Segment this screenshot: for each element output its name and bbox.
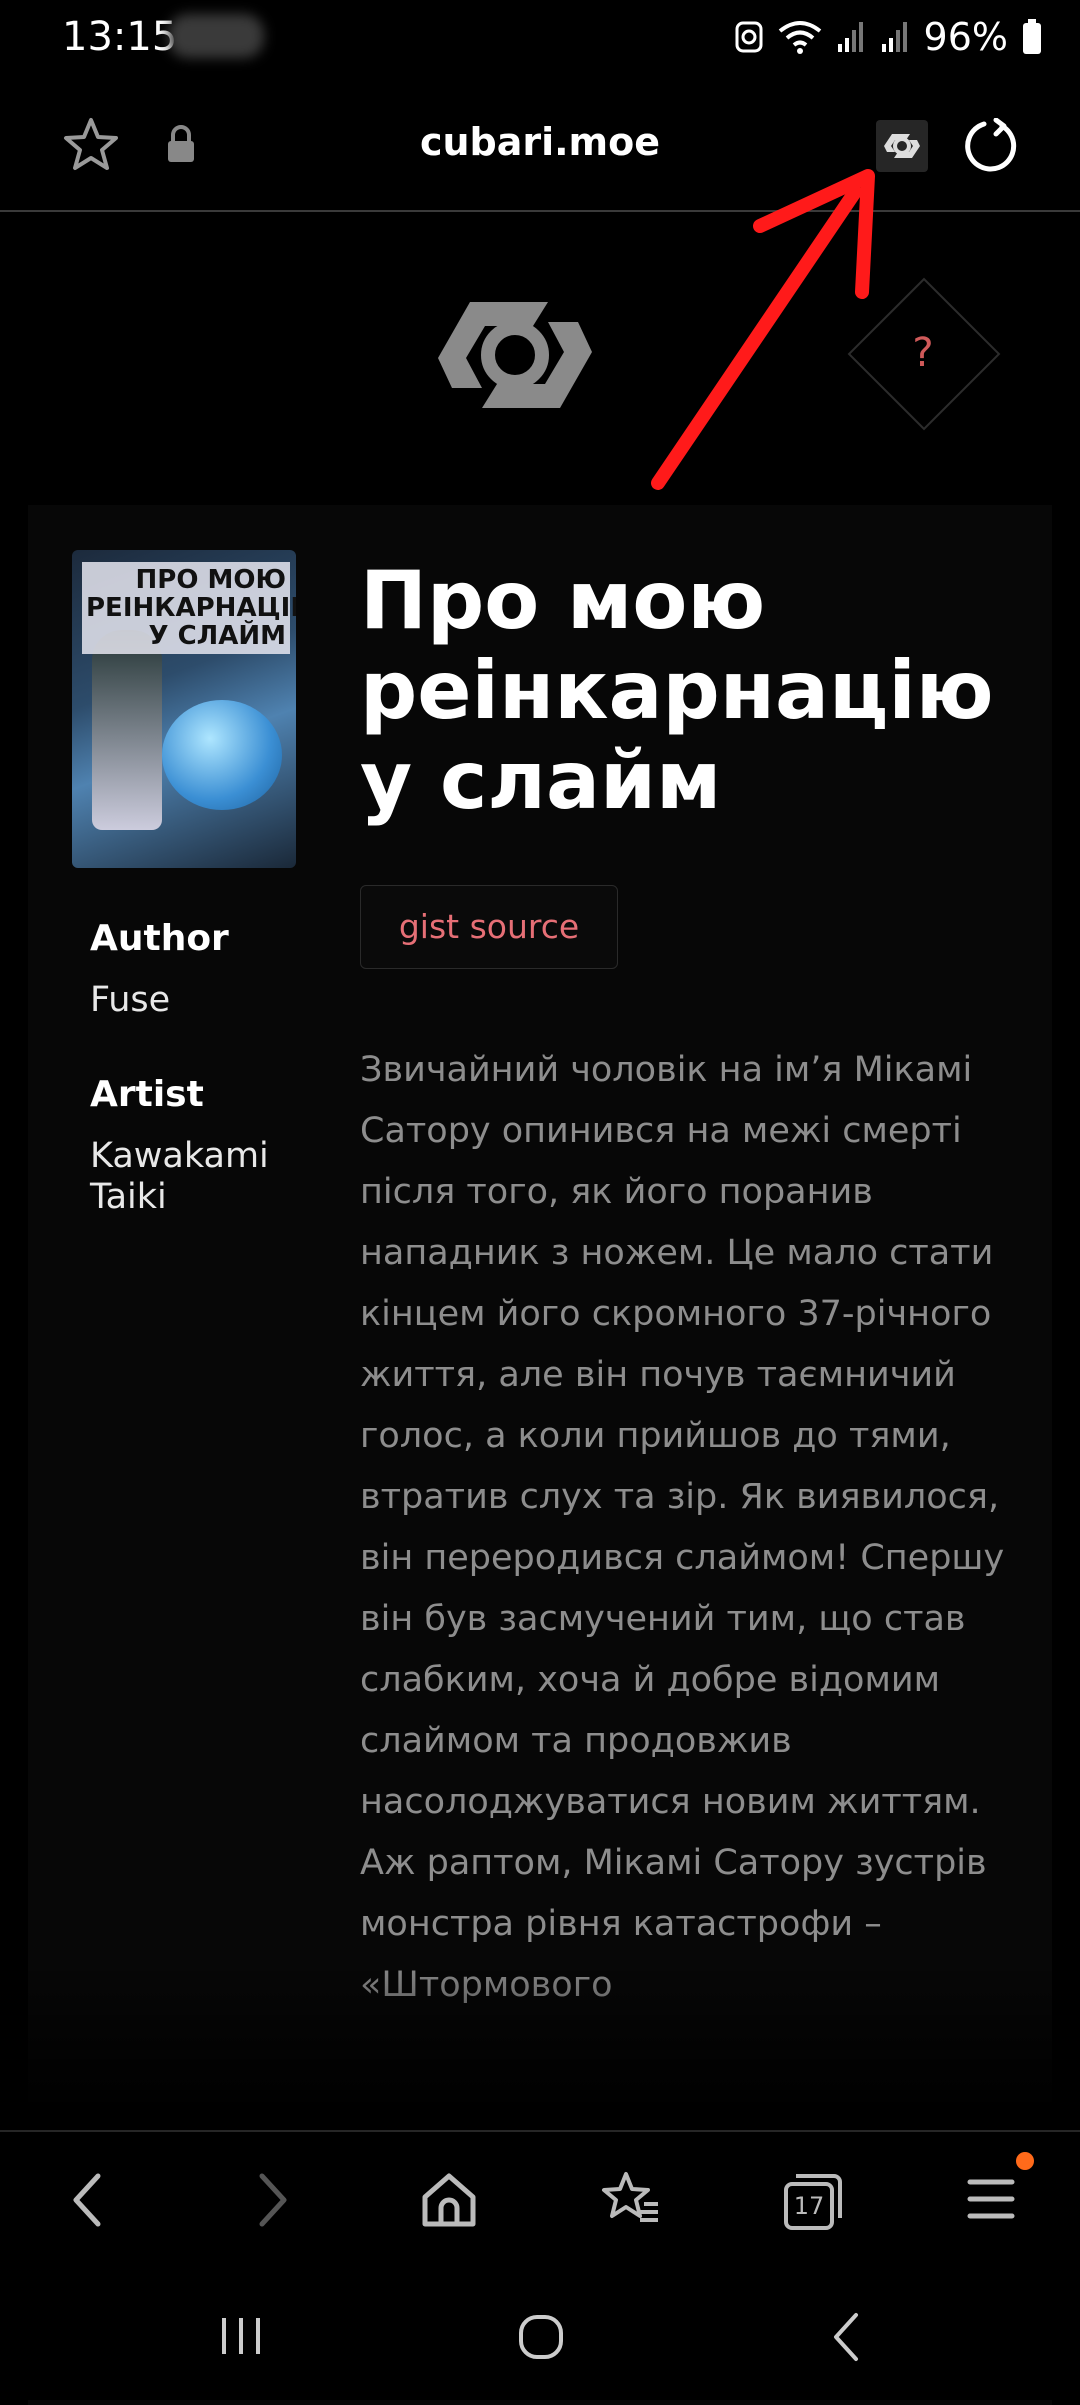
cover-slime [162,700,282,810]
artist-label: Artist [90,1074,204,1115]
annotation-arrow [651,169,875,490]
tabs-count: 17 [793,2192,825,2220]
recent-apps-icon[interactable] [216,2314,266,2358]
author-label: Author [90,918,229,959]
forward-icon[interactable] [250,2170,294,2230]
home-nav-icon[interactable] [516,2312,566,2362]
series-title: Про мою реінкарнацію у слайм [360,554,994,827]
home-icon[interactable] [420,2172,478,2228]
artist-name[interactable]: Kawakami Taiki [90,1136,290,1218]
series-cover-image[interactable]: ПРО МОЮ РЕІНКАРНАЦІЮ У СЛАЙМ [72,550,296,868]
menu-icon[interactable] [966,2174,1016,2224]
back-icon[interactable] [66,2170,110,2230]
series-description: Звичайний чоловік на ім’я Мікамі Сатору … [360,1050,1005,2005]
gist-source-button[interactable]: gist source [360,885,618,969]
cover-title: ПРО МОЮ РЕІНКАРНАЦІЮ У СЛАЙМ [82,562,296,654]
content-fade [0,1960,1080,2130]
back-nav-icon[interactable] [828,2310,864,2364]
tabs-button[interactable]: 17 [782,2170,844,2232]
author-name[interactable]: Fuse [90,980,170,1021]
browser-bottom-bar: 17 [0,2130,1080,2274]
bookmarks-icon[interactable] [600,2170,662,2230]
system-navigation-bar [0,2272,1080,2400]
menu-notification-badge [1016,2152,1034,2170]
cover-character [92,630,162,830]
